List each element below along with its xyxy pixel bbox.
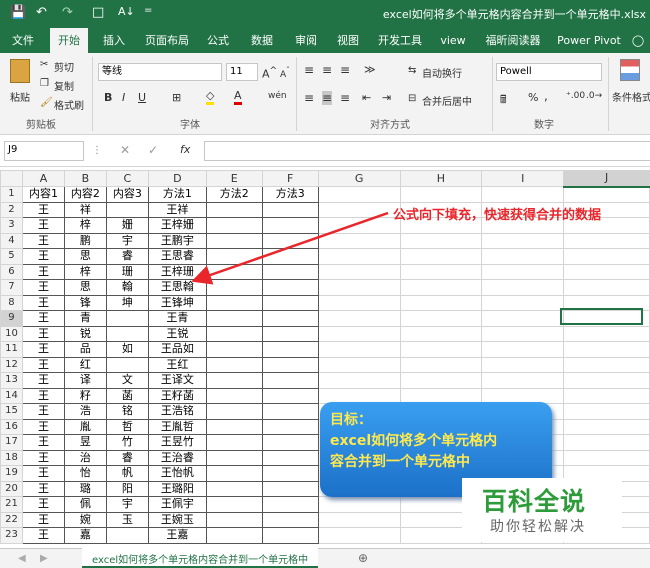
watermark-brand: 百科全说: [482, 487, 587, 516]
watermark: 百科全说 助你轻松解决: [462, 478, 622, 542]
next-sheet-icon[interactable]: ▶: [40, 553, 48, 564]
watermark-slogan: 助你轻松解决: [490, 519, 586, 535]
prev-sheet-icon[interactable]: ◀: [18, 553, 26, 564]
sheet-tab-active[interactable]: excel如何将多个单元格内容合并到一个单元格中: [82, 548, 319, 568]
add-sheet-icon[interactable]: ⊕: [358, 551, 368, 565]
goal-line-2: 容合并到一个单元格中: [330, 454, 470, 470]
goal-heading: 目标：: [330, 412, 372, 428]
goal-line-1: excel如何将多个单元格内: [330, 433, 498, 449]
sheet-tab-bar: ◀ ▶ excel如何将多个单元格内容合并到一个单元格中 ⊕: [0, 548, 650, 568]
